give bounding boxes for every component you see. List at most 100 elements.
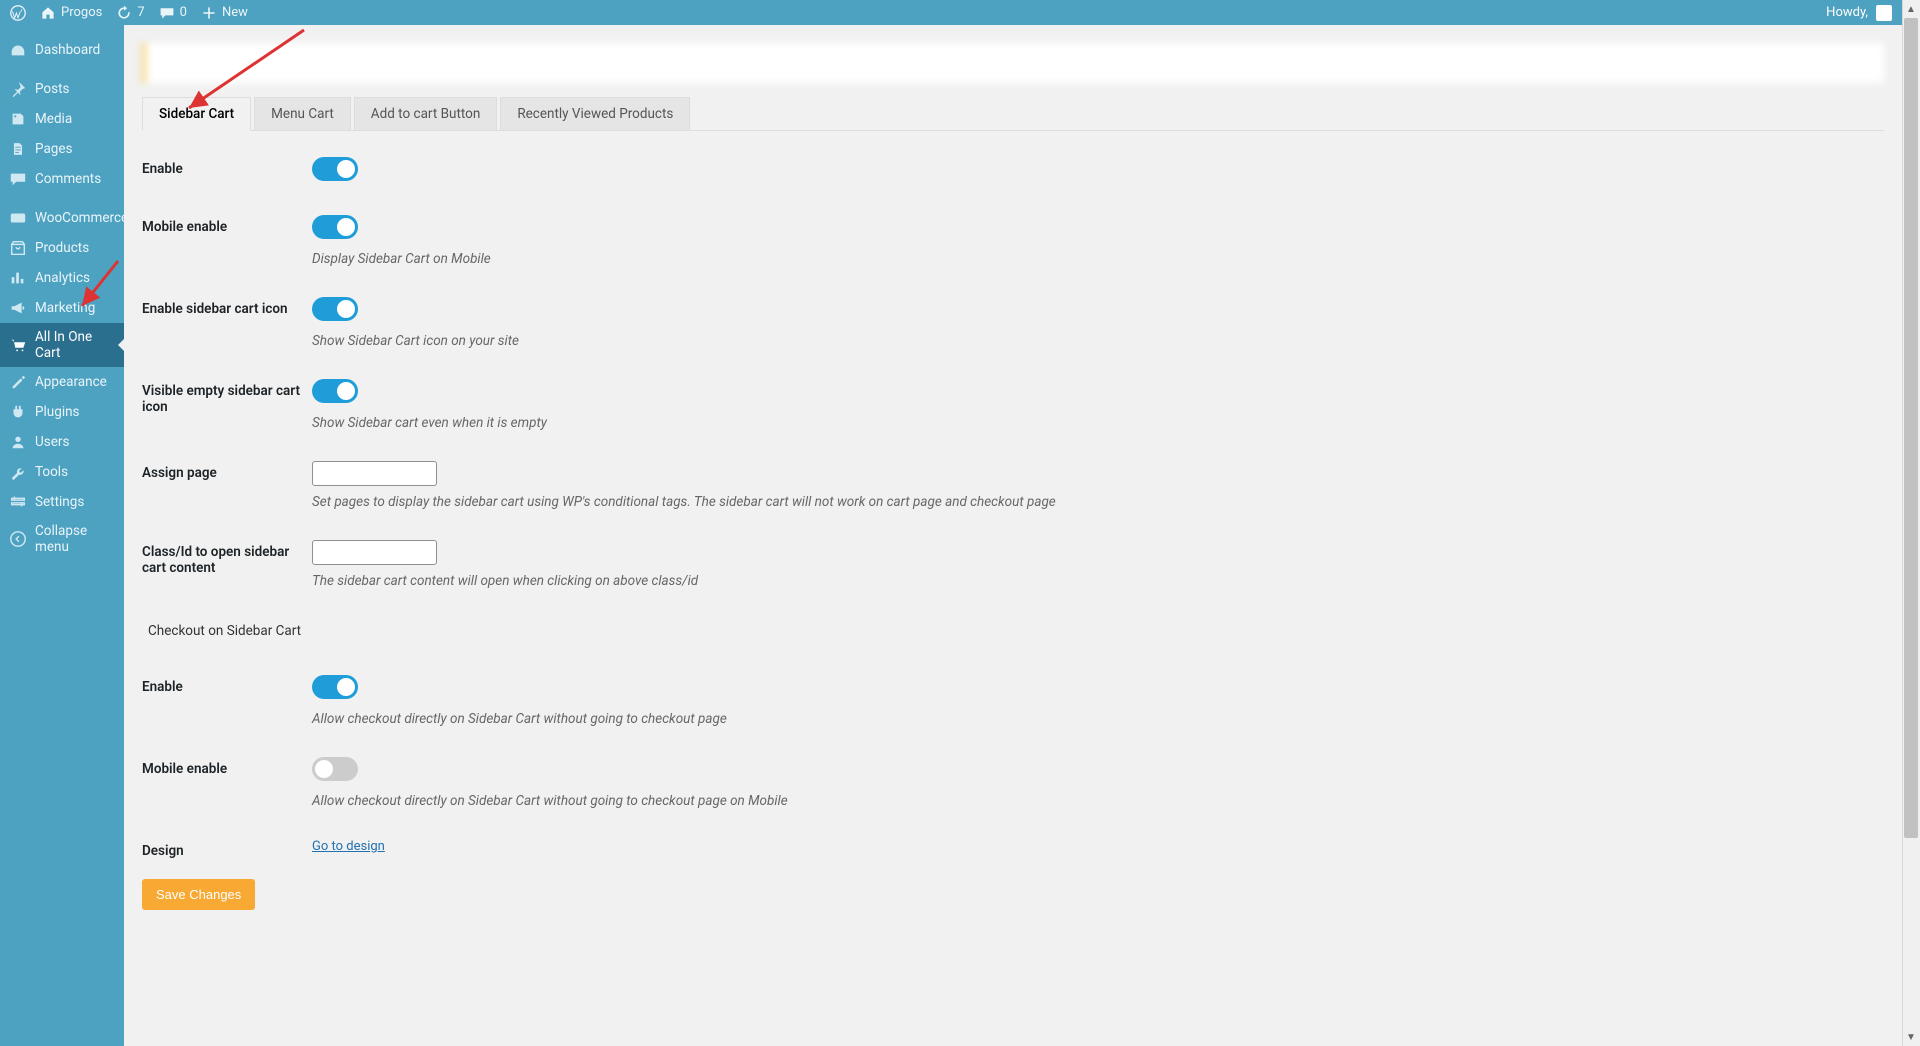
update-icon: [116, 5, 132, 21]
wordpress-icon: [10, 5, 26, 21]
section-checkout-heading: Checkout on Sidebar Cart: [142, 615, 1884, 647]
dashboard-icon: [9, 41, 27, 59]
users-icon: [9, 433, 27, 451]
label-design: Design: [142, 839, 312, 859]
tab-recently-viewed[interactable]: Recently Viewed Products: [500, 97, 690, 130]
desc-checkout-mobile: Allow checkout directly on Sidebar Cart …: [312, 793, 1884, 809]
media-icon: [9, 110, 27, 128]
sidebar-item-posts[interactable]: Posts: [0, 74, 124, 104]
sidebar-item-users[interactable]: Users: [0, 427, 124, 457]
comments-count: 0: [180, 5, 187, 20]
cart-icon: [9, 336, 27, 354]
toggle-enable[interactable]: [312, 157, 358, 181]
collapse-icon: [9, 530, 27, 548]
label-visible-empty: Visible empty sidebar cart icon: [142, 379, 312, 431]
label-checkout-mobile: Mobile enable: [142, 757, 312, 809]
sidebar-item-label: Pages: [35, 141, 73, 157]
sidebar-item-label: WooCommerce: [35, 210, 128, 226]
toggle-checkout-enable[interactable]: [312, 675, 358, 699]
howdy-text[interactable]: Howdy,: [1826, 5, 1868, 20]
pushpin-icon: [9, 80, 27, 98]
desc-assign-page: Set pages to display the sidebar cart us…: [312, 494, 1884, 510]
toggle-checkout-mobile[interactable]: [312, 757, 358, 781]
input-class-id[interactable]: [312, 540, 437, 565]
updates-count: 7: [137, 5, 144, 20]
sidebar-item-label: Marketing: [35, 300, 95, 316]
sidebar-item-all-in-one-cart[interactable]: All In One Cart: [0, 323, 124, 367]
settings-icon: [9, 493, 27, 511]
sidebar-item-label: Dashboard: [35, 42, 100, 58]
link-go-to-design[interactable]: Go to design: [312, 839, 385, 854]
site-name: Progos: [61, 5, 102, 20]
sidebar-item-label: Analytics: [35, 270, 90, 286]
sidebar-item-label: Posts: [35, 81, 69, 97]
sidebar-item-tools[interactable]: Tools: [0, 457, 124, 487]
sidebar-item-label: Users: [35, 434, 69, 450]
sidebar-item-media[interactable]: Media: [0, 104, 124, 134]
admin-bar: Progos 7 0 New Howdy,: [0, 0, 1902, 25]
sidebar-item-label: All In One Cart: [35, 329, 115, 361]
toggle-visible-empty[interactable]: [312, 379, 358, 403]
sidebar-item-label: Tools: [35, 464, 68, 480]
sidebar-item-products[interactable]: Products: [0, 233, 124, 263]
pages-icon: [9, 140, 27, 158]
sidebar-item-label: Media: [35, 111, 72, 127]
admin-notice: [142, 43, 1884, 83]
tools-icon: [9, 463, 27, 481]
save-button[interactable]: Save Changes: [142, 879, 255, 910]
desc-visible-empty: Show Sidebar cart even when it is empty: [312, 415, 1884, 431]
desc-class-id: The sidebar cart content will open when …: [312, 573, 1884, 589]
label-enable: Enable: [142, 157, 312, 185]
toggle-mobile-enable[interactable]: [312, 215, 358, 239]
megaphone-icon: [9, 299, 27, 317]
label-mobile-enable: Mobile enable: [142, 215, 312, 267]
label-class-id: Class/Id to open sidebar cart content: [142, 540, 312, 589]
sidebar-item-label: Collapse menu: [35, 523, 115, 555]
toggle-enable-icon[interactable]: [312, 297, 358, 321]
label-assign-page: Assign page: [142, 461, 312, 510]
sidebar-item-settings[interactable]: Settings: [0, 487, 124, 517]
wp-logo[interactable]: [10, 5, 26, 21]
tab-sidebar-cart[interactable]: Sidebar Cart: [142, 97, 251, 131]
plus-icon: [201, 5, 217, 21]
scroll-thumb[interactable]: [1904, 18, 1918, 838]
sidebar-item-label: Settings: [35, 494, 84, 510]
sidebar-item-dashboard[interactable]: Dashboard: [0, 35, 124, 65]
new-label: New: [222, 5, 248, 20]
tab-menu-cart[interactable]: Menu Cart: [254, 97, 351, 130]
sidebar-item-appearance[interactable]: Appearance: [0, 367, 124, 397]
sidebar-item-woocommerce[interactable]: WooCommerce: [0, 203, 124, 233]
input-assign-page[interactable]: [312, 461, 437, 486]
home-icon: [40, 5, 56, 21]
plugins-icon: [9, 403, 27, 421]
avatar[interactable]: [1876, 5, 1892, 21]
scroll-up-icon[interactable]: ▲: [1902, 0, 1920, 18]
sidebar-item-label: Comments: [35, 171, 101, 187]
products-icon: [9, 239, 27, 257]
analytics-icon: [9, 269, 27, 287]
content-area: Sidebar Cart Menu Cart Add to cart Butto…: [124, 25, 1902, 1046]
sidebar-item-plugins[interactable]: Plugins: [0, 397, 124, 427]
comment-icon: [159, 5, 175, 21]
window-scrollbar[interactable]: ▲ ▼: [1902, 0, 1920, 1046]
label-checkout-enable: Enable: [142, 675, 312, 727]
comments-link[interactable]: 0: [159, 5, 187, 21]
woo-icon: [9, 209, 27, 227]
sidebar-item-pages[interactable]: Pages: [0, 134, 124, 164]
tabs-nav: Sidebar Cart Menu Cart Add to cart Butto…: [142, 97, 1884, 131]
sidebar-item-label: Products: [35, 240, 89, 256]
comments-icon: [9, 170, 27, 188]
updates-link[interactable]: 7: [116, 5, 144, 21]
scroll-down-icon[interactable]: ▼: [1902, 1028, 1920, 1046]
new-link[interactable]: New: [201, 5, 248, 21]
sidebar-item-analytics[interactable]: Analytics: [0, 263, 124, 293]
tab-add-to-cart[interactable]: Add to cart Button: [354, 97, 498, 130]
desc-enable-icon: Show Sidebar Cart icon on your site: [312, 333, 1884, 349]
site-link[interactable]: Progos: [40, 5, 102, 21]
sidebar-item-collapse[interactable]: Collapse menu: [0, 517, 124, 561]
sidebar-item-marketing[interactable]: Marketing: [0, 293, 124, 323]
desc-mobile-enable: Display Sidebar Cart on Mobile: [312, 251, 1884, 267]
sidebar-item-label: Plugins: [35, 404, 80, 420]
sidebar-item-comments[interactable]: Comments: [0, 164, 124, 194]
desc-checkout-enable: Allow checkout directly on Sidebar Cart …: [312, 711, 1884, 727]
